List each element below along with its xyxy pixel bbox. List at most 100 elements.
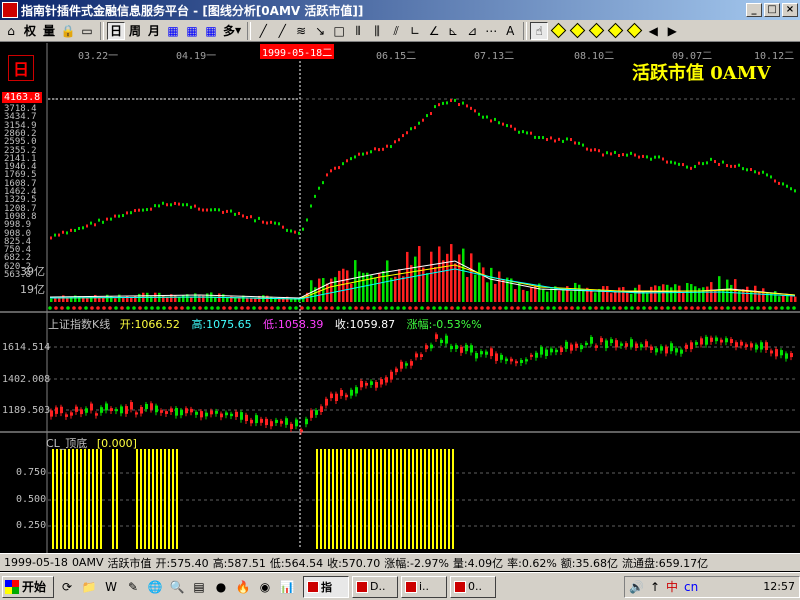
close-button[interactable]: × bbox=[782, 3, 798, 17]
taskbar-task-button[interactable]: 0.. bbox=[450, 575, 496, 598]
price-candle bbox=[354, 155, 356, 159]
signal-dot bbox=[570, 306, 574, 310]
volume-bar bbox=[726, 279, 729, 302]
index-candle-body bbox=[420, 354, 423, 358]
quick-launch-icon[interactable]: ◉ bbox=[256, 578, 274, 596]
draw-tool-button[interactable]: ⊿ bbox=[463, 22, 481, 40]
price-candle bbox=[486, 115, 488, 119]
price-candle bbox=[586, 147, 588, 151]
draw-tool-icon: ∠ bbox=[428, 23, 440, 38]
date-tick: 04.19一 bbox=[176, 51, 217, 62]
scroll-right-button[interactable]: ▶ bbox=[663, 22, 681, 40]
taskbar-task-button[interactable]: D.. bbox=[352, 575, 398, 598]
draw-tool-button[interactable]: ⋯ bbox=[482, 22, 500, 40]
index-candle-body bbox=[260, 418, 263, 423]
price-candle bbox=[514, 127, 516, 131]
signal-dot bbox=[114, 306, 118, 310]
draw-tool-button[interactable]: ⊾ bbox=[444, 22, 462, 40]
price-candle bbox=[622, 153, 624, 157]
index-candle-body bbox=[465, 344, 468, 352]
period-week-button[interactable]: 周 bbox=[126, 22, 144, 40]
price-candle bbox=[734, 164, 736, 168]
price-candle bbox=[278, 222, 280, 226]
draw-tool-button[interactable]: ⫴ bbox=[349, 22, 367, 40]
index-candle-body bbox=[55, 407, 58, 414]
index-candle-body bbox=[740, 341, 743, 346]
lock-button[interactable]: 🔒 bbox=[59, 22, 77, 40]
draw-tool-button[interactable]: ≋ bbox=[292, 22, 310, 40]
price-candle bbox=[262, 220, 264, 224]
layout-button-3[interactable]: ▦ bbox=[202, 22, 220, 40]
draw-tool-button[interactable]: ∟ bbox=[406, 22, 424, 40]
nav-button-3[interactable] bbox=[587, 22, 605, 40]
title-bar[interactable]: 指南针插件式金融信息服务平台 - [图线分析[0AMV 活跃市值]] _ □ × bbox=[0, 0, 800, 20]
price-candle bbox=[242, 214, 244, 218]
minimize-button[interactable]: _ bbox=[746, 3, 762, 17]
price-candle bbox=[474, 109, 476, 113]
nav-button-2[interactable] bbox=[568, 22, 586, 40]
index-candle-body bbox=[150, 403, 153, 410]
quick-launch-icon[interactable]: 🌐 bbox=[146, 578, 164, 596]
indicator-axis-label: 0.750 bbox=[16, 467, 47, 478]
price-candle bbox=[498, 121, 500, 125]
period-day-button[interactable]: 日 bbox=[107, 21, 126, 40]
nav-button-1[interactable] bbox=[549, 22, 567, 40]
system-tray: 🔊 ↑ 中 cn 12:57 bbox=[624, 575, 800, 598]
indicator-bar bbox=[76, 449, 78, 549]
draw-tool-button[interactable]: ↘ bbox=[311, 22, 329, 40]
ime-icon[interactable]: 中 bbox=[666, 578, 678, 595]
quick-launch-icon[interactable]: ⟳ bbox=[58, 578, 76, 596]
network-icon[interactable]: ↑ bbox=[650, 580, 660, 594]
multi-period-button[interactable]: 多 ▼ bbox=[221, 22, 243, 40]
price-candle bbox=[310, 204, 312, 208]
period-month-button[interactable]: 月 bbox=[145, 22, 163, 40]
clock[interactable]: 12:57 bbox=[763, 580, 795, 593]
index-candle-body bbox=[190, 408, 193, 413]
maximize-button[interactable]: □ bbox=[764, 3, 780, 17]
quick-launch-icon[interactable]: 🔥 bbox=[234, 578, 252, 596]
draw-tool-button[interactable]: ∠ bbox=[425, 22, 443, 40]
locale-icon[interactable]: cn bbox=[684, 580, 698, 594]
signal-dot bbox=[696, 306, 700, 310]
chart-canvas[interactable] bbox=[0, 43, 800, 553]
draw-tool-button[interactable]: A bbox=[501, 22, 519, 40]
period-indicator[interactable]: 日 bbox=[8, 55, 34, 81]
quick-launch-icon[interactable]: ▤ bbox=[190, 578, 208, 596]
volume-button[interactable]: 量 bbox=[40, 22, 58, 40]
index-candle-body bbox=[345, 394, 348, 398]
quick-launch-icon[interactable]: 📊 bbox=[278, 578, 296, 596]
signal-dot bbox=[636, 306, 640, 310]
index-candle-body bbox=[530, 354, 533, 357]
speaker-icon[interactable]: 🔊 bbox=[629, 580, 644, 594]
draw-tool-button[interactable]: ⫼ bbox=[368, 22, 386, 40]
quick-launch-icon[interactable]: W bbox=[102, 578, 120, 596]
price-candle bbox=[494, 117, 496, 121]
taskbar-task-button[interactable]: i.. bbox=[401, 575, 447, 598]
signal-dot bbox=[282, 306, 286, 310]
task-list: 指 D.. i.. 0.. bbox=[300, 575, 496, 598]
rights-button[interactable]: 权 bbox=[21, 22, 39, 40]
draw-tool-button[interactable]: ╱ bbox=[273, 22, 291, 40]
draw-tool-button[interactable]: ╱ bbox=[254, 22, 272, 40]
start-button[interactable]: 开始 bbox=[2, 575, 54, 598]
draw-tool-button[interactable]: □ bbox=[330, 22, 348, 40]
layout-button-2[interactable]: ▦ bbox=[183, 22, 201, 40]
layout-button-1[interactable]: ▦ bbox=[164, 22, 182, 40]
signal-dot bbox=[678, 306, 682, 310]
draw-tool-button[interactable]: ⫽ bbox=[387, 22, 405, 40]
nav-button-4[interactable] bbox=[606, 22, 624, 40]
scroll-left-button[interactable]: ◀ bbox=[644, 22, 662, 40]
pointer-button[interactable]: ☝ bbox=[530, 21, 549, 40]
quick-launch-icon[interactable]: 🔍 bbox=[168, 578, 186, 596]
window-button[interactable]: ▭ bbox=[78, 22, 96, 40]
index-candle-body bbox=[650, 346, 653, 351]
chart-area[interactable]: 03.22一 04.19一 06.15二 07.13二 08.10二 09.07… bbox=[0, 43, 800, 553]
price-candle bbox=[366, 151, 368, 155]
quick-launch-icon[interactable]: ● bbox=[212, 578, 230, 596]
quick-launch-icon[interactable]: ✎ bbox=[124, 578, 142, 596]
nav-button-5[interactable] bbox=[625, 22, 643, 40]
close-value: 1059.87 bbox=[349, 318, 396, 331]
taskbar-task-button[interactable]: 指 bbox=[303, 575, 349, 598]
quick-launch-icon[interactable]: 📁 bbox=[80, 578, 98, 596]
home-button[interactable]: ⌂ bbox=[2, 22, 20, 40]
